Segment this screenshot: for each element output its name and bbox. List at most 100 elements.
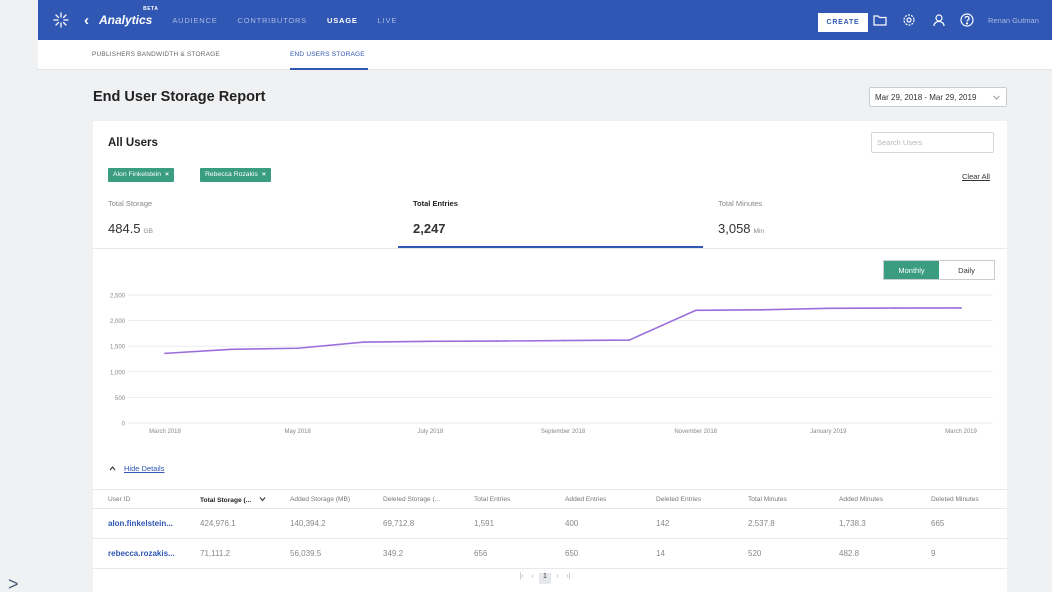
column-header[interactable]: Deleted Minutes [931,496,979,503]
gear-icon[interactable] [902,13,916,27]
y-tick-label: 2,500 [110,294,126,300]
filter-chip[interactable]: Rebecca Rozakis × [200,168,271,182]
stat-number: 2,247 [413,221,446,236]
column-header[interactable]: Total Storage (... [200,496,266,504]
y-tick-label: 500 [115,396,126,402]
column-header[interactable]: Deleted Entries [656,496,701,503]
stat-label-total-minutes[interactable]: Total Minutes [718,199,762,208]
monthly-button[interactable]: Monthly [884,261,939,279]
stat-label-total-entries[interactable]: Total Entries [413,199,458,208]
user-name[interactable]: Renan Gutman [988,16,1039,25]
table-cell: 482.8 [839,549,860,558]
table-row: rebecca.rozakis... 71,111.2 56,039.5 349… [93,539,1007,569]
y-tick-label: 0 [122,422,126,428]
column-header[interactable]: Total Entries [474,496,510,503]
x-tick-label: July 2018 [417,429,443,435]
app-title[interactable]: Analytics BETA [99,6,158,27]
folder-icon[interactable] [873,13,887,27]
table-cell: 520 [748,549,762,558]
x-tick-label: May 2018 [284,429,311,435]
data-point [628,339,631,341]
page-title: End User Storage Report [93,89,266,105]
daily-button[interactable]: Daily [939,261,994,279]
stat-value-total-storage[interactable]: 484.5 GB [108,221,153,236]
date-range-select[interactable]: Mar 29, 2018 - Mar 29, 2019 [869,87,1007,107]
tab-end-users-storage[interactable]: END USERS STORAGE [290,51,365,58]
data-point [761,308,763,311]
nav-audience[interactable]: AUDIENCE [172,16,217,25]
chip-label: Rebecca Rozakis [205,171,258,178]
top-nav-bar: ‹ Analytics BETA AUDIENCE CONTRIBUTORS U… [38,0,1052,40]
close-icon[interactable]: × [262,171,266,178]
stat-label-total-storage[interactable]: Total Storage [108,199,152,208]
nav-usage[interactable]: USAGE [327,16,358,25]
table-cell: 400 [565,519,579,528]
chevron-up-icon [109,466,116,471]
search-users-input[interactable] [871,132,994,153]
close-icon[interactable]: × [165,171,169,178]
nav-live[interactable]: LIVE [378,16,397,25]
filter-chip[interactable]: Alon Finkelstein × [108,168,174,182]
table-cell: 140,394.2 [290,519,326,528]
stat-number: 3,058 [718,221,751,236]
data-point [164,352,166,355]
stat-number: 484.5 [108,221,141,236]
date-range-value: Mar 29, 2018 - Mar 29, 2019 [875,93,977,102]
table-cell: 656 [474,549,488,558]
column-header-label: Total Storage (... [200,497,252,504]
stat-value-total-minutes[interactable]: 3,058 Min [718,221,764,236]
y-tick-label: 2,000 [110,319,126,325]
column-header[interactable]: Total Minutes [748,496,787,503]
beta-badge: BETA [143,6,159,12]
data-point [495,340,498,342]
column-header[interactable]: Added Minutes [839,496,883,503]
create-button[interactable]: CREATE [818,13,868,32]
pagination: |‹ ‹ 1 › ›| [517,573,573,584]
clear-all-link[interactable]: Clear All [962,172,990,181]
column-header[interactable]: Deleted Storage (... [383,496,440,503]
stat-unit: GB [143,228,153,235]
back-chevron-icon[interactable]: ‹ [84,12,89,29]
column-header[interactable]: Added Entries [565,496,606,503]
page-number[interactable]: 1 [539,573,551,584]
logo-icon[interactable] [52,11,70,29]
entries-line-chart: 0 500 1,000 1,500 2,000 2,500 March 2018 May 20… [110,294,993,435]
user-id-link[interactable]: alon.finkelstein... [108,519,173,528]
chevron-down-icon [992,93,1001,102]
table-cell: 665 [931,519,945,528]
x-tick-label: January 2019 [810,429,847,435]
sub-tab-bar: PUBLISHERS BANDWIDTH & STORAGE END USERS… [38,40,1052,70]
data-point [230,348,233,351]
help-icon[interactable] [960,13,974,27]
active-tab-indicator [290,68,368,70]
last-page-icon[interactable]: ›| [564,573,573,584]
tab-publishers-bandwidth[interactable]: PUBLISHERS BANDWIDTH & STORAGE [92,51,220,58]
table-cell: 424,976.1 [200,519,236,528]
column-header[interactable]: Added Storage (MB) [290,496,350,503]
x-tick-label: March 2018 [149,429,181,435]
hide-details-label: Hide Details [124,464,165,473]
first-page-icon[interactable]: |‹ [517,573,526,584]
chip-label: Alon Finkelstein [113,171,161,178]
y-tick-label: 1,500 [110,345,126,351]
user-id-link[interactable]: rebecca.rozakis... [108,549,175,558]
table-header: User ID Total Storage (... Added Storage… [93,489,1007,509]
stat-value-total-entries[interactable]: 2,247 [413,221,446,236]
user-icon[interactable] [932,13,946,27]
column-header[interactable]: User ID [108,496,130,503]
app-title-text: Analytics [99,13,153,27]
hide-details-toggle[interactable]: Hide Details [109,464,164,473]
data-point [296,347,299,350]
table-cell: 56,039.5 [290,549,322,558]
nav-contributors[interactable]: CONTRIBUTORS [238,16,307,25]
sort-chevron-down-icon [259,497,266,502]
data-point [694,309,697,312]
next-page-icon[interactable]: › [553,573,562,584]
data-point [960,307,962,309]
x-tick-label: March 2019 [945,429,977,435]
chevron-right-icon[interactable]: > [8,574,19,592]
data-point [893,307,896,309]
granularity-toggle: Monthly Daily [883,260,995,280]
prev-page-icon[interactable]: ‹ [528,573,537,584]
data-point [429,340,432,343]
